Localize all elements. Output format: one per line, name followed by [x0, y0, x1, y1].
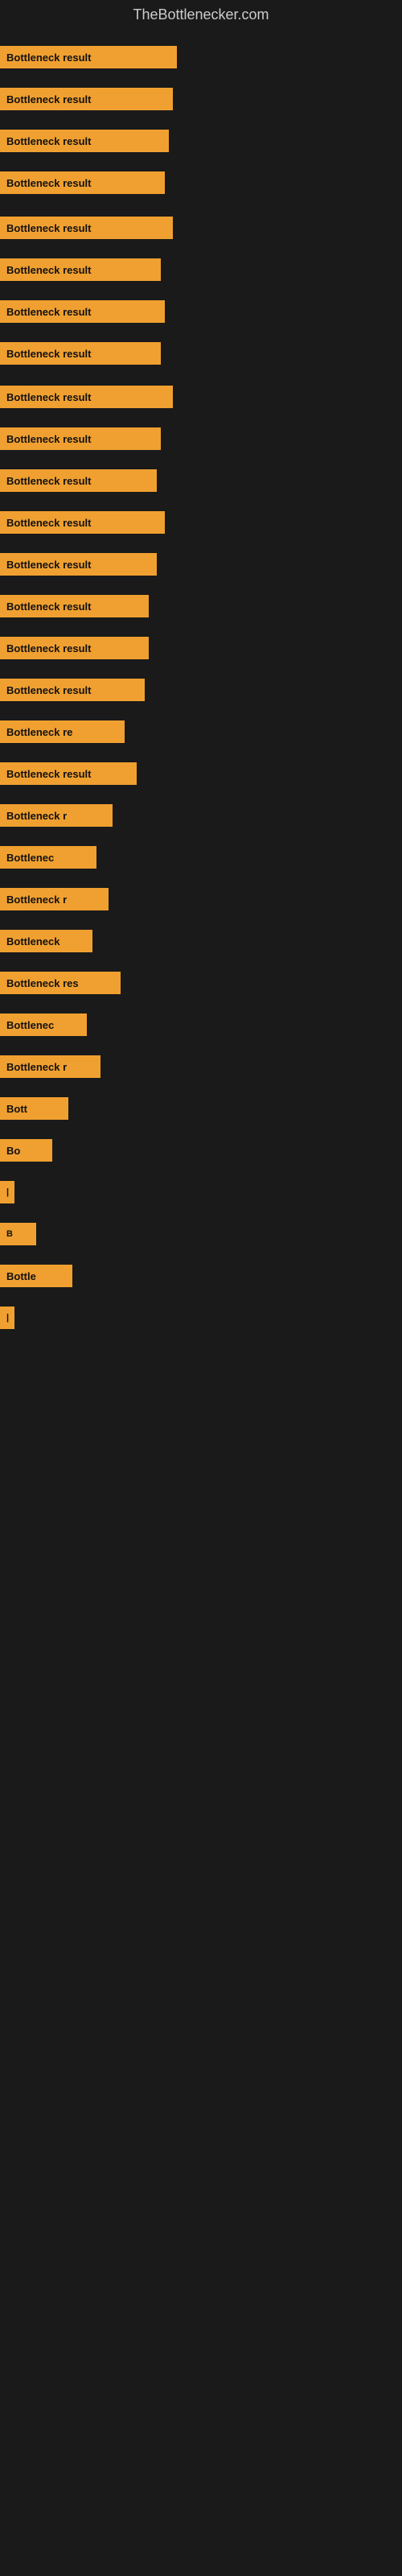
bar-label: Bottleneck result [0, 427, 161, 450]
bar-label: Bottleneck result [0, 637, 149, 659]
bar-item: Bottleneck r [0, 1054, 100, 1080]
bar-item: Bottleneck result [0, 215, 173, 241]
bar-item: Bott [0, 1096, 68, 1121]
bar-label: Bottleneck result [0, 511, 165, 534]
bar-label: Bottleneck result [0, 762, 137, 785]
bar-label: Bottleneck result [0, 130, 169, 152]
bar-label: Bottleneck result [0, 553, 157, 576]
bar-item: Bottleneck result [0, 468, 157, 493]
bar-item: Bottleneck result [0, 384, 173, 410]
bar-label: Bo [0, 1139, 52, 1162]
bar-label: Bottleneck result [0, 300, 165, 323]
bar-label: Bottleneck re [0, 720, 125, 743]
bar-label: Bottlenec [0, 846, 96, 869]
bar-label: Bottleneck r [0, 888, 109, 910]
bar-item: Bottlenec [0, 844, 96, 870]
bar-item: | [0, 1179, 14, 1205]
bar-label: Bottleneck result [0, 171, 165, 194]
bar-label: B [0, 1223, 36, 1245]
bar-item: Bottleneck result [0, 677, 145, 703]
bar-item: Bottleneck result [0, 44, 177, 70]
bar-label: Bottleneck result [0, 595, 149, 617]
bar-item: Bottleneck result [0, 86, 173, 112]
bar-label: Bottleneck result [0, 386, 173, 408]
chart-container: Bottleneck result Bottleneck result Bottle… [0, 30, 402, 2284]
bar-item: Bottle [0, 1263, 72, 1289]
bar-item: Bottleneck result [0, 128, 169, 154]
bar-label: Bottleneck r [0, 804, 113, 827]
bar-item: Bottleneck r [0, 886, 109, 912]
bar-label: Bottleneck result [0, 258, 161, 281]
bar-item: Bo [0, 1137, 52, 1163]
site-title: TheBottlenecker.com [0, 0, 402, 30]
bar-label: Bottleneck result [0, 46, 177, 68]
bar-label: Bottleneck result [0, 469, 157, 492]
bar-item: Bottleneck result [0, 170, 165, 196]
bar-item: Bottleneck re [0, 719, 125, 745]
bar-item: Bottlenec [0, 1012, 87, 1038]
bar-label: | [0, 1181, 14, 1203]
bar-item: Bottleneck result [0, 299, 165, 324]
bar-item: Bottleneck result [0, 341, 161, 366]
bar-item: Bottleneck [0, 928, 92, 954]
bar-item: Bottleneck r [0, 803, 113, 828]
bar-label: Bottlenec [0, 1013, 87, 1036]
bar-item: | [0, 1305, 14, 1331]
bar-item: B [0, 1221, 36, 1247]
bar-item: Bottleneck result [0, 510, 165, 535]
bar-item: Bottleneck result [0, 426, 161, 452]
bar-item: Bottleneck result [0, 551, 157, 577]
bar-label: Bottleneck [0, 930, 92, 952]
bar-label: Bottleneck r [0, 1055, 100, 1078]
bar-label: Bottleneck result [0, 88, 173, 110]
bar-label: Bottle [0, 1265, 72, 1287]
bar-label: Bottleneck result [0, 679, 145, 701]
bar-label: Bottleneck result [0, 342, 161, 365]
bar-label: Bottleneck result [0, 217, 173, 239]
bar-label: | [0, 1307, 14, 1329]
bar-label: Bott [0, 1097, 68, 1120]
bar-item: Bottleneck result [0, 257, 161, 283]
bar-item: Bottleneck result [0, 635, 149, 661]
bar-item: Bottleneck result [0, 761, 137, 786]
bar-label: Bottleneck res [0, 972, 121, 994]
bar-item: Bottleneck res [0, 970, 121, 996]
bar-item: Bottleneck result [0, 593, 149, 619]
